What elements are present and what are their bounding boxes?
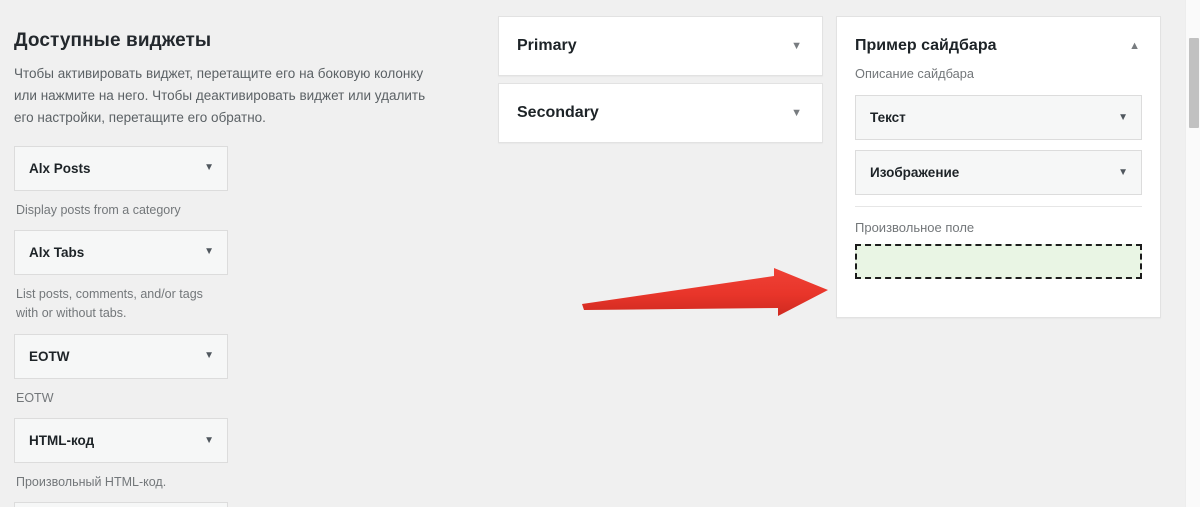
widget-card-rss[interactable]: RSS ▼ (14, 502, 228, 507)
chevron-down-icon[interactable]: ▼ (204, 435, 214, 446)
widget-name: HTML-код (29, 433, 95, 449)
widget-card-alx-posts[interactable]: Alx Posts ▼ (14, 145, 228, 191)
sidebar-panel-title: Primary (517, 37, 577, 54)
sidebar-widget-list: Текст ▼ Изображение ▼ (837, 81, 1160, 196)
widget-name: Текст (870, 110, 906, 126)
widget-description: Произвольный HTML-код. (16, 475, 167, 490)
widget-cell: EOTW ▼ EOTW (14, 333, 228, 418)
annotation-arrow-icon (582, 268, 828, 316)
sidebar-panel-title: Secondary (517, 104, 599, 121)
sidebar-column-middle: Primary ▼ Secondary ▼ (498, 16, 823, 150)
sidebar-panel-title: Пример сайдбара (855, 37, 997, 54)
widget-cell: HTML-код ▼ Произвольный HTML-код. (14, 418, 228, 502)
page-title: Доступные виджеты (14, 30, 212, 51)
widget-name: Alx Tabs (29, 244, 85, 260)
chevron-up-icon[interactable]: ▲ (1129, 41, 1140, 52)
widget-card-alx-tabs[interactable]: Alx Tabs ▼ (14, 229, 228, 275)
chevron-down-icon[interactable]: ▼ (1118, 112, 1128, 123)
widget-card-eotw[interactable]: EOTW ▼ (14, 333, 228, 379)
chevron-down-icon[interactable]: ▼ (791, 40, 802, 52)
widget-description: Display posts from a category (16, 202, 181, 217)
widget-cell: Alx Tabs ▼ List posts, comments, and/or … (14, 229, 228, 334)
widget-cell: RSS ▼ Записи из любой ленты RSS или Atom… (14, 502, 228, 507)
widget-name: Alx Posts (29, 160, 91, 176)
sidebar-panel-description: Описание сайдбара (855, 66, 974, 82)
chevron-down-icon[interactable]: ▼ (204, 163, 214, 173)
chevron-down-icon[interactable]: ▼ (791, 107, 802, 119)
vertical-scrollbar-thumb[interactable] (1189, 38, 1199, 128)
available-widgets-description: Чтобы активировать виджет, перетащите ег… (14, 66, 426, 125)
widget-card-html[interactable]: HTML-код ▼ (14, 418, 228, 464)
custom-field-label: Произвольное поле (855, 220, 975, 236)
sidebar-widget-text[interactable]: Текст ▼ (855, 95, 1142, 141)
vertical-scrollbar-track[interactable] (1185, 0, 1200, 507)
sidebar-widget-image[interactable]: Изображение ▼ (855, 150, 1142, 196)
sidebar-panel-primary[interactable]: Primary ▼ (498, 16, 823, 76)
chevron-down-icon[interactable]: ▼ (204, 247, 214, 257)
chevron-down-icon[interactable]: ▼ (1118, 167, 1128, 178)
widget-description: List posts, comments, and/or tags with o… (16, 286, 203, 321)
sidebar-panel-header[interactable]: Пример сайдбара ▲ (837, 17, 1160, 55)
available-widgets-panel: Доступные виджеты Чтобы активировать вид… (0, 0, 470, 507)
widget-name: EOTW (29, 348, 70, 364)
available-widgets-grid: Alx Posts ▼ Display posts from a categor… (0, 145, 470, 507)
sidebar-panel-secondary[interactable]: Secondary ▼ (498, 83, 823, 143)
sidebar-panel-example: Пример сайдбара ▲ Описание сайдбара Текс… (836, 16, 1161, 318)
widget-cell: Alx Posts ▼ Display posts from a categor… (14, 145, 228, 230)
chevron-down-icon[interactable]: ▼ (204, 351, 214, 361)
widget-description: EOTW (16, 390, 54, 405)
widget-dropzone[interactable] (855, 244, 1142, 280)
widget-name: Изображение (870, 165, 960, 181)
